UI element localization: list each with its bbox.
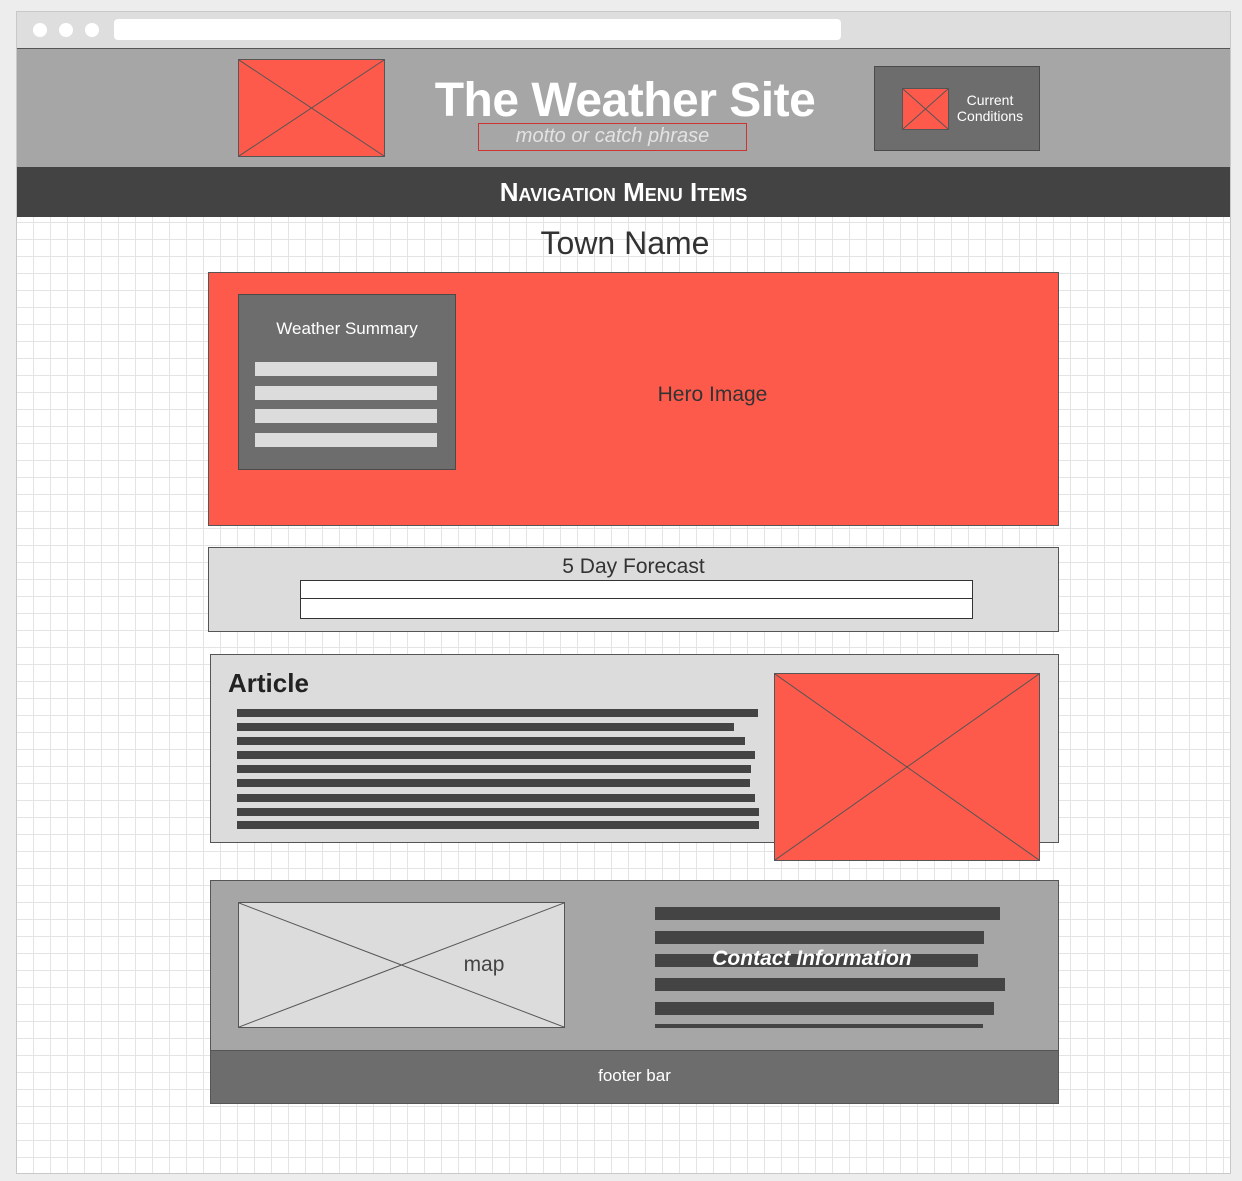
placeholder-cross-icon (239, 60, 384, 156)
article-image-placeholder[interactable] (774, 673, 1040, 861)
article-text-line (237, 765, 751, 773)
navigation-menu-items[interactable]: Navigation Menu Items (17, 175, 1230, 209)
window-maximize-dot[interactable] (85, 23, 99, 37)
map-label: map (463, 953, 505, 976)
footer-bar-label: footer bar (598, 1066, 671, 1085)
article-text-line (237, 808, 759, 816)
contact-text-line (655, 978, 1005, 991)
address-bar[interactable] (114, 19, 841, 40)
article-text-line (237, 751, 755, 759)
contact-text-line (655, 1024, 983, 1028)
summary-text-line (255, 433, 437, 447)
forecast-table-divider (300, 598, 973, 599)
summary-text-line (255, 362, 437, 376)
contact-text-line (655, 1002, 994, 1015)
town-name-heading: Town Name (540, 225, 710, 261)
window-close-dot[interactable] (33, 23, 47, 37)
current-conditions-label: Current Conditions (956, 92, 1024, 124)
logo-placeholder[interactable] (238, 59, 385, 157)
contact-text-line (655, 931, 984, 944)
conditions-icon-placeholder (902, 88, 949, 130)
motto-text: motto or catch phrase (515, 125, 710, 147)
article-text-line (237, 723, 734, 731)
article-text-line (237, 709, 758, 717)
article-text-line (237, 779, 750, 787)
article-text-line (237, 794, 755, 802)
window-minimize-dot[interactable] (59, 23, 73, 37)
article-title: Article (228, 668, 309, 698)
site-title: The Weather Site (434, 74, 816, 127)
placeholder-cross-icon (903, 89, 948, 129)
forecast-table (300, 580, 973, 619)
contact-information-title: Contact Information (712, 947, 912, 970)
placeholder-cross-icon (775, 674, 1039, 860)
contact-text-line (655, 907, 1000, 920)
article-text-line (237, 821, 759, 829)
forecast-title: 5 Day Forecast (562, 555, 705, 578)
article-text-line (237, 737, 745, 745)
summary-text-line (255, 409, 437, 423)
weather-summary-title: Weather Summary (276, 319, 418, 338)
summary-text-line (255, 386, 437, 400)
hero-image-label: Hero Image (657, 383, 768, 406)
